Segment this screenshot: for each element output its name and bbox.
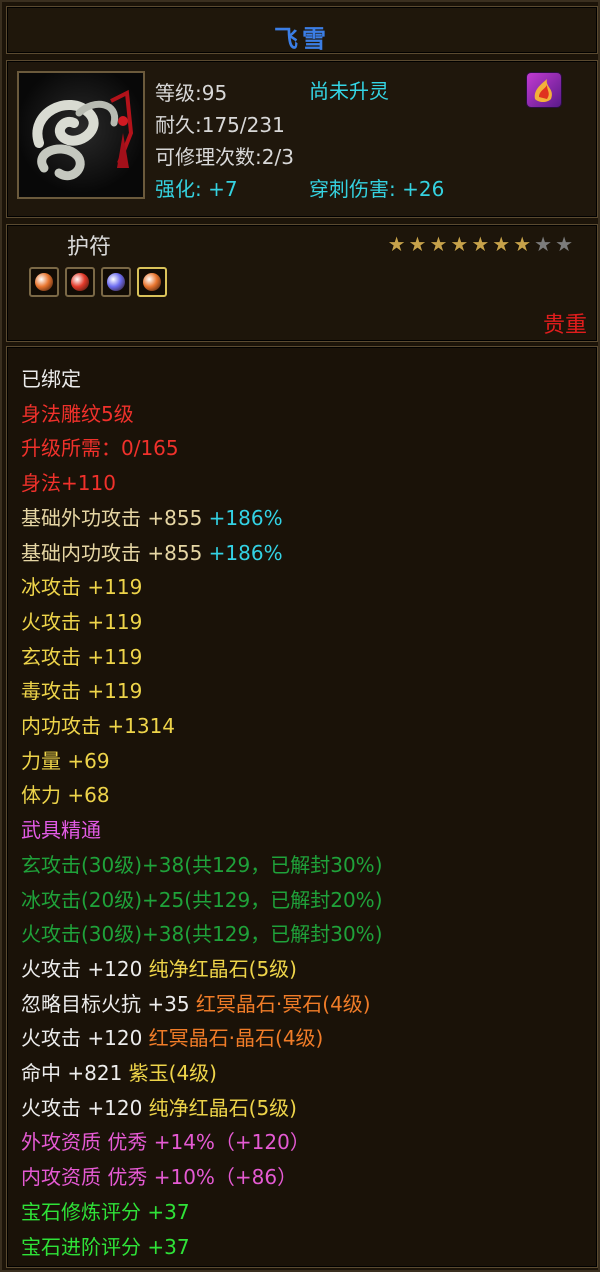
stat-text: 已绑定 [21,367,81,391]
stat-text: 玄攻击 +119 [21,644,143,669]
stat-text: 基础外功攻击 +855 [21,505,203,530]
stat-line: 宝石修炼评分 +37 [21,1198,190,1226]
gem-icon [71,273,89,291]
jade-amulet-icon [17,71,145,199]
star-icon: ★ [534,232,553,256]
stat-line: 体力 +68 [21,781,110,809]
gem-icon [143,273,161,291]
stat-line: 宝石进阶评分 +37 [21,1233,190,1261]
item-tooltip: 飞雪 等级:95 尚未升灵 耐久:175/231 可修理次数:2/3 强化: +… [0,0,600,1272]
spirit-status: 尚未升灵 [309,79,389,103]
stat-line: 火攻击 +120 纯净红晶石(5级) [21,1094,297,1122]
stat-line: 已绑定 [21,365,81,393]
star-icon: ★ [429,232,448,256]
star-rating: ★ ★ ★ ★ ★ ★ ★ ★ ★ [385,233,573,255]
item-name: 飞雪 [274,25,330,53]
stat-text: 力量 +69 [21,748,110,773]
star-icon: ★ [387,232,406,256]
stat-extra: 红冥晶石·晶石(4级) [148,1026,324,1051]
item-header: 等级:95 尚未升灵 耐久:175/231 可修理次数:2/3 强化: +7 穿… [6,60,598,218]
star-icon: ★ [450,232,469,256]
stat-line: 玄攻击 +119 [21,643,142,671]
stat-text: 身法+110 [21,471,116,496]
stat-line: 玄攻击(30级)+38(共129，已解封30%) [21,851,383,879]
stat-line: 冰攻击(20级)+25(共129，已解封20%) [21,886,383,914]
item-level: 等级:95 [155,81,228,105]
stat-line: 基础内功攻击 +855 +186% [21,539,283,567]
stat-line: 身法+110 [21,469,116,497]
stat-text: 体力 +68 [21,783,110,808]
stat-text: 内功攻击 +1314 [21,714,176,738]
stat-text: 火攻击(30级)+38(共129，已解封30%) [21,922,383,947]
gem-slot-2[interactable] [65,267,95,297]
stat-extra: 纯净红晶石(5级) [148,956,297,981]
stat-line: 火攻击 +119 [21,608,142,636]
stat-text: 玄攻击(30级)+38(共129，已解封30%) [21,852,383,877]
stat-line: 忽略目标火抗 +35 红冥晶石·冥石(4级) [21,990,371,1018]
stat-text: 升级所需：0/165 [21,436,179,461]
stat-line: 内攻资质 优秀 +10%（+86） [21,1163,297,1191]
repair-count: 可修理次数:2/3 [155,145,294,169]
stat-text: 宝石进阶评分 +37 [21,1234,190,1259]
stat-text: 毒攻击 +119 [21,679,143,704]
stat-text: 火攻击 +119 [21,609,143,634]
durability: 耐久:175/231 [155,113,285,137]
stat-text: 火攻击 +120 [21,956,149,981]
stat-text: 命中 +821 [21,1061,129,1085]
stat-line: 身法雕纹5级 [21,400,134,428]
stat-text: 宝石修炼评分 +37 [21,1199,190,1224]
title-bar: 飞雪 [6,6,598,54]
gem-icon [35,273,53,291]
rarity-label: 贵重 [542,313,587,338]
stat-line: 冰攻击 +119 [21,573,142,601]
stat-extra: +186% [202,505,283,530]
stat-text: 冰攻击(20级)+25(共129，已解封20%) [21,887,383,912]
enhance-level: 强化: +7 [155,177,238,201]
pierce-damage: 穿刺伤害: +26 [309,177,445,201]
star-icon: ★ [513,232,532,256]
stat-line: 基础外功攻击 +855 +186% [21,504,283,532]
stat-text: 火攻击 +120 [21,1026,149,1051]
stat-extra: 紫玉(4级) [128,1061,217,1085]
gem-slot-3[interactable] [101,267,131,297]
item-category: 护符 [67,235,112,260]
spirit-flame-icon[interactable] [527,73,561,107]
stat-extra: 纯净红晶石(5级) [148,1095,297,1120]
stat-text: 武具精通 [21,818,101,843]
gem-icon [107,273,125,291]
stat-text: 基础内功攻击 +855 [21,540,203,565]
stat-text: 忽略目标火抗 +35 [21,991,196,1016]
stat-line: 外攻资质 优秀 +14%（+120） [21,1128,310,1156]
stat-extra: +186% [202,540,283,565]
item-category-panel: 护符 ★ ★ ★ ★ ★ ★ ★ ★ ★ 贵重 [6,224,598,342]
stat-text: 内攻资质 优秀 +10%（+86） [21,1165,298,1190]
stat-text: 外攻资质 优秀 +14%（+120） [21,1130,310,1155]
stat-text: 身法雕纹5级 [21,401,134,426]
star-icon: ★ [492,232,511,256]
star-icon: ★ [408,232,427,256]
stat-line: 武具精通 [21,816,101,844]
stat-line: 毒攻击 +119 [21,677,142,705]
stats-list: 已绑定身法雕纹5级升级所需：0/165 身法+110 基础外功攻击 +855 +18… [6,346,598,1268]
stat-text: 冰攻击 +119 [21,575,143,600]
stat-line: 命中 +821 紫玉(4级) [21,1059,217,1087]
gem-slots [29,267,173,303]
stat-line: 火攻击 +120 纯净红晶石(5级) [21,955,297,983]
gem-slot-4[interactable] [137,267,167,297]
stat-line: 内功攻击 +1314 [21,712,175,740]
stat-text: 火攻击 +120 [21,1095,149,1120]
stat-line: 火攻击(30级)+38(共129，已解封30%) [21,920,383,948]
star-icon: ★ [471,232,490,256]
star-icon: ★ [555,232,573,256]
stat-extra: 红冥晶石·冥石(4级) [195,991,371,1016]
stat-line: 火攻击 +120 红冥晶石·晶石(4级) [21,1024,323,1052]
stat-line: 升级所需：0/165 [21,434,179,462]
gem-slot-1[interactable] [29,267,59,297]
stat-line: 力量 +69 [21,747,110,775]
